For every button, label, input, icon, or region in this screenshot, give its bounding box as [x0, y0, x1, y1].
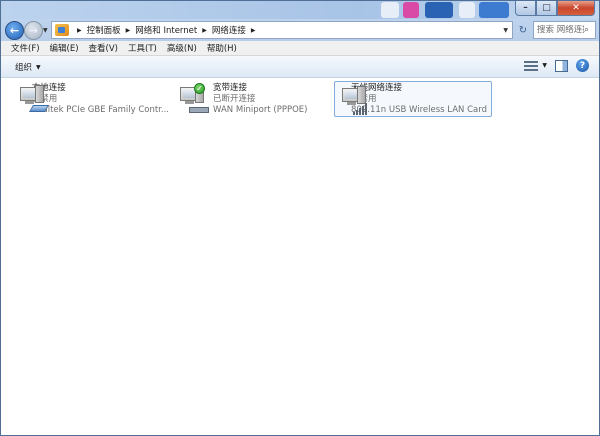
views-icon — [524, 60, 539, 72]
refresh-icon: ↻ — [518, 24, 528, 36]
maximize-button[interactable]: □ — [536, 1, 557, 16]
menu-file[interactable]: 文件(F) — [1, 42, 45, 54]
search-box[interactable]: ⌕ — [533, 21, 596, 39]
command-bar: 组织 ▼ ▼ ? — [1, 56, 599, 78]
breadcrumb-network-internet[interactable]: 网络和 Internet — [135, 24, 197, 36]
more-views-dropdown[interactable]: ▼ — [542, 62, 547, 69]
change-view-button[interactable] — [524, 60, 539, 72]
arrow-left-icon: ← — [9, 24, 20, 37]
title-bar-decoration — [381, 1, 521, 19]
organize-label: 组织 — [15, 63, 33, 73]
toolbar-right: ▼ ? — [516, 59, 589, 72]
chevron-right-icon[interactable]: ▶ — [202, 27, 207, 34]
help-icon[interactable]: ? — [576, 59, 589, 72]
list-item-wireless-connection[interactable]: 无线网络连接 已禁用 802.11n USB Wireless LAN Card — [334, 81, 492, 117]
connection-device: WAN Miniport (PPPOE) — [213, 104, 308, 115]
signal-bars-icon — [353, 101, 371, 115]
breadcrumb-control-panel[interactable]: 控制面板 — [87, 24, 121, 36]
chevron-right-icon[interactable]: ▶ — [126, 27, 131, 34]
chevron-right-icon[interactable]: ▶ — [251, 27, 256, 34]
check-icon: ✓ — [194, 83, 205, 94]
recent-pages-dropdown[interactable]: ▼ — [43, 27, 48, 34]
address-history-dropdown[interactable]: ▼ — [503, 27, 508, 34]
menu-advanced[interactable]: 高级(N) — [162, 42, 202, 54]
list-item-broadband-connection[interactable]: ✓ 宽带连接 已断开连接 WAN Miniport (PPPOE) — [173, 81, 323, 117]
connection-status: 已禁用 — [351, 94, 487, 105]
control-panel-icon — [55, 24, 69, 36]
title-bar[interactable]: – □ ✕ — [1, 1, 599, 19]
connection-status: 已断开连接 — [213, 93, 256, 104]
connection-name: 本地连接 — [31, 82, 66, 93]
preview-pane-icon — [555, 59, 568, 72]
wireless-adapter-icon — [339, 84, 367, 116]
explorer-window: – □ ✕ ← → ▼ ▶ 控制面板 ▶ 网络和 Internet ▶ 网络连接… — [0, 0, 600, 436]
connections-list: 本地连接 已禁用 Realtek PCIe GBE Family Contr..… — [1, 78, 599, 435]
menu-view[interactable]: 查看(V) — [84, 42, 123, 54]
menu-edit[interactable]: 编辑(E) — [45, 42, 84, 54]
breadcrumb-network-connections[interactable]: 网络连接 — [212, 24, 246, 36]
arrow-right-icon: → — [28, 24, 39, 37]
connection-status: 已禁用 — [31, 93, 58, 104]
ethernet-adapter-icon — [17, 83, 50, 115]
broadband-connection-icon: ✓ — [177, 83, 209, 115]
connection-device: Realtek PCIe GBE Family Contr... — [31, 104, 169, 115]
connection-device: 802.11n USB Wireless LAN Card — [351, 104, 487, 115]
list-item-local-connection[interactable]: 本地连接 已禁用 Realtek PCIe GBE Family Contr..… — [13, 81, 173, 117]
preview-pane-button[interactable] — [555, 59, 568, 72]
close-button[interactable]: ✕ — [557, 1, 595, 16]
chevron-down-icon: ▼ — [36, 63, 41, 71]
navigation-bar: ← → ▼ ▶ 控制面板 ▶ 网络和 Internet ▶ 网络连接 ▶ ▼ ↻… — [1, 19, 599, 41]
menu-bar: 文件(F) 编辑(E) 查看(V) 工具(T) 高级(N) 帮助(H) — [1, 41, 599, 56]
organize-button[interactable]: 组织 ▼ — [15, 61, 41, 73]
chevron-right-icon[interactable]: ▶ — [77, 27, 82, 34]
search-icon[interactable]: ⌕ — [584, 25, 589, 35]
forward-button[interactable]: → — [24, 21, 43, 40]
address-bar[interactable]: ▶ 控制面板 ▶ 网络和 Internet ▶ 网络连接 ▶ ▼ — [51, 21, 513, 39]
window-controls: – □ ✕ — [515, 1, 595, 16]
connection-name: 无线网络连接 — [351, 82, 403, 93]
search-input[interactable] — [534, 25, 584, 35]
refresh-button[interactable]: ↻ — [516, 22, 530, 38]
connection-name: 宽带连接 — [213, 82, 248, 93]
minimize-button[interactable]: – — [515, 1, 536, 16]
menu-help[interactable]: 帮助(H) — [202, 42, 242, 54]
menu-tools[interactable]: 工具(T) — [123, 42, 162, 54]
back-button[interactable]: ← — [5, 21, 24, 40]
